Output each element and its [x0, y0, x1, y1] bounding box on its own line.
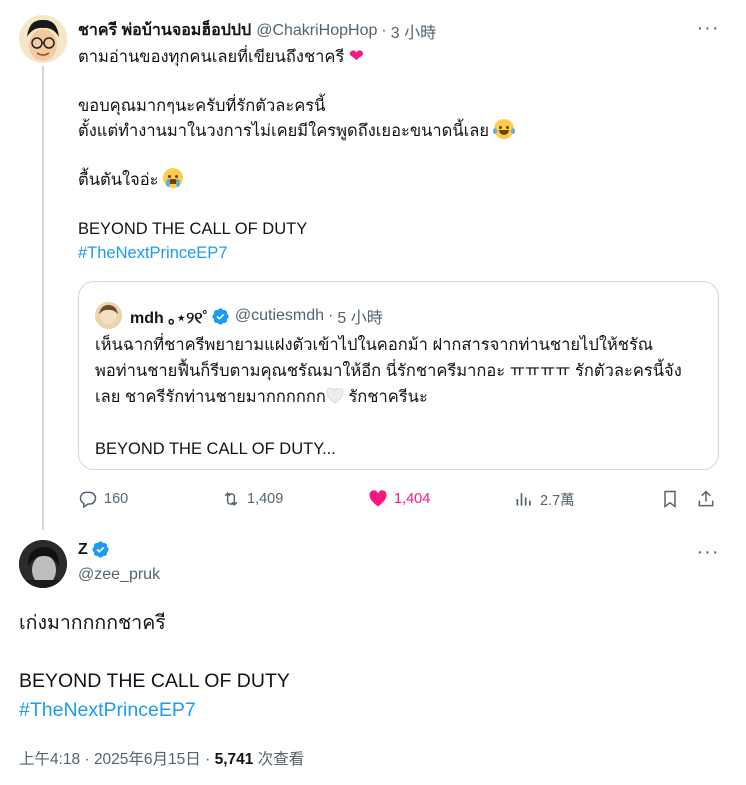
parent-tweet-text: ตามอ่านของทุกคนเลยที่เขียนถึงชาครี ❤ ขอบ… [78, 44, 718, 266]
more-options-button[interactable]: ··· [694, 18, 722, 38]
main-author-name[interactable]: Z [78, 541, 88, 559]
quoted-tweet-text: เห็นฉากที่ชาครีพยายามแฝงตัวเข้าไปในคอกม้… [95, 332, 707, 462]
tweet-line [78, 192, 718, 217]
main-author-handle[interactable]: @zee_pruk [78, 566, 160, 584]
share-button[interactable] [696, 485, 716, 513]
more-icon: ··· [696, 17, 720, 39]
quoted-line: พอท่านชายฟื้นก็รีบตามคุณชรัณมาให้อีก นี่… [95, 362, 682, 380]
tweet-line: BEYOND THE CALL OF DUTY [19, 670, 290, 692]
tweet-line [19, 638, 719, 667]
verified-badge-icon [92, 541, 109, 558]
bookmark-icon [664, 490, 676, 508]
loudly-crying-icon [163, 167, 184, 188]
views-count: 2.7萬 [540, 492, 575, 509]
reply-icon [79, 491, 97, 509]
post-time[interactable]: 3 小時 [391, 19, 436, 43]
reply-count: 160 [104, 491, 129, 507]
bookmark-button[interactable] [660, 485, 680, 513]
quoted-line: เลย ชาครีรักท่านชายมากกกกกก รักชาครีนะ [95, 388, 428, 406]
more-options-button[interactable]: ··· [694, 542, 722, 562]
thread-connector-line [42, 66, 44, 530]
tweet-line: ตามอ่านของทุกคนเลยที่เขียนถึงชาครี ❤ [78, 46, 364, 66]
main-tweet-text: เก่งมากกกกชาครี BEYOND THE CALL OF DUTY … [19, 609, 719, 725]
tweet-line: BEYOND THE CALL OF DUTY [78, 219, 308, 238]
view-count: 5,741 [214, 751, 254, 768]
main-author-avatar[interactable] [19, 540, 67, 588]
quoted-header-separator: · [328, 307, 334, 324]
quoted-tweet-card[interactable]: mdh ｡⋆୨୧˚ @cutiesmdh · 5 小時 เห็นฉากที่ชา… [78, 281, 719, 470]
quoted-post-time[interactable]: 5 小時 [337, 304, 382, 328]
tweet-metadata: 上午4:18 · 2025年6月15日 · 5,741 次查看 [19, 747, 304, 769]
tweet-line: ตื้นตันใจอ่ะ [78, 167, 718, 193]
author-handle[interactable]: @ChakriHopHop [256, 22, 377, 40]
quoted-avatar-illustration [95, 302, 122, 329]
main-tweet-header: Z [78, 540, 110, 559]
tweet-action-bar: 160 1,409 1,404 2.7萬 [78, 485, 723, 513]
quoted-author-name[interactable]: mdh ｡⋆୨୧˚ [130, 304, 208, 328]
share-icon [698, 490, 714, 507]
avatar-illustration [19, 15, 67, 63]
views-button[interactable]: 2.7萬 [514, 485, 575, 513]
tweet-line: ขอบคุณมากๆนะครับที่รักตัวละครนี้ [78, 97, 326, 115]
heart-filled-icon [369, 490, 387, 507]
red-heart-icon: ❤ [348, 46, 364, 66]
quoted-author-handle[interactable]: @cutiesmdh [235, 307, 324, 325]
repost-count: 1,409 [247, 491, 284, 507]
repost-button[interactable]: 1,409 [221, 485, 283, 513]
repost-icon [224, 492, 238, 506]
timestamp-link[interactable]: 上午4:18 · 2025年6月15日 [19, 751, 201, 768]
tweet-line: ตั้งแต่ทำงานมาในวงการไม่เคยมีใครพูดถึงเย… [78, 118, 718, 144]
hashtag-link[interactable]: #TheNextPrinceEP7 [19, 696, 719, 725]
quoted-author-avatar[interactable] [95, 302, 122, 329]
author-name[interactable]: ชาครี พ่อบ้านจอมฮ็อปปป [78, 18, 251, 43]
tweet-line [78, 143, 718, 168]
like-count: 1,404 [394, 491, 431, 507]
author-avatar[interactable] [19, 15, 67, 63]
hashtag-link[interactable]: #TheNextPrinceEP7 [78, 241, 718, 266]
reply-button[interactable]: 160 [78, 485, 128, 513]
quoted-line: BEYOND THE CALL OF DUTY... [95, 440, 336, 458]
quoted-tweet-header: mdh ｡⋆୨୧˚ @cutiesmdh · 5 小時 [130, 304, 383, 328]
more-icon: ··· [696, 541, 720, 563]
header-separator: · [381, 21, 387, 39]
tweet-line [78, 70, 718, 95]
main-avatar-illustration [19, 540, 67, 588]
view-label: 次查看 [257, 751, 305, 768]
analytics-icon [516, 493, 531, 506]
verified-badge-icon [212, 307, 229, 325]
white-heart-icon [326, 388, 344, 404]
tweet-line: เก่งมากกกกชาครี [19, 612, 166, 634]
quoted-line: เห็นฉากที่ชาครีพยายามแฝงตัวเข้าไปในคอกม้… [95, 336, 654, 354]
tears-of-joy-icon [492, 118, 515, 139]
quoted-line [95, 410, 707, 436]
like-button[interactable]: 1,404 [368, 485, 430, 513]
meta-separator: · [205, 751, 211, 768]
parent-tweet-header: ชาครี พ่อบ้านจอมฮ็อปปป @ChakriHopHop · 3… [78, 18, 436, 43]
